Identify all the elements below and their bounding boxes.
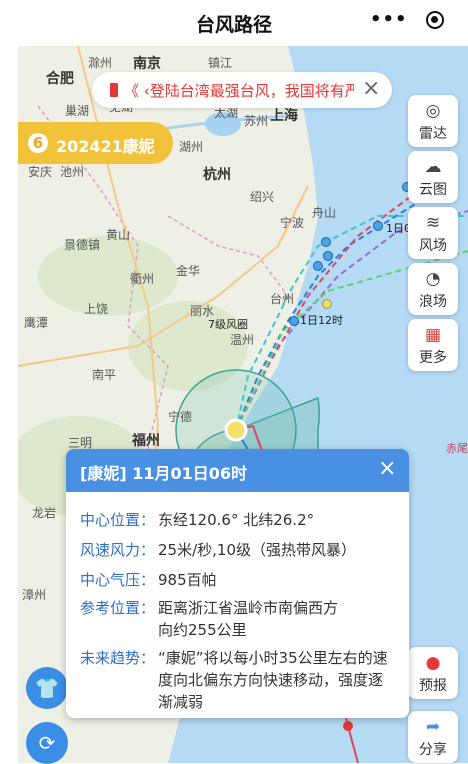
map-label-shaoxing: 绍兴 xyxy=(250,190,275,204)
alert-banner-message: 登陆台湾最强台风，我国将有严 xyxy=(149,82,354,100)
forecast-icon: ● xyxy=(425,653,441,673)
wind-button[interactable]: ≋ 风场 xyxy=(408,207,458,259)
map-label-chuzhou: 滁州 xyxy=(88,56,113,70)
map-label-fuzhou: 福州 xyxy=(132,433,160,449)
map-label-sea: 赤尾 xyxy=(446,442,468,455)
typhoon-icon: 6 xyxy=(28,133,48,153)
alert-banner[interactable]: 《 ‹登陆台湾最强台风，我国将有严 × xyxy=(92,72,392,108)
wave-button[interactable]: ◔ 浪场 xyxy=(408,263,458,315)
info-key: 未来趋势： xyxy=(80,649,156,667)
info-value: 985百帕 xyxy=(158,571,217,589)
track-time-label-1: 1日12时 xyxy=(300,314,343,327)
target-icon[interactable] xyxy=(426,11,444,29)
map-label-zhenjiang: 镇江 xyxy=(208,56,233,70)
popup-header: [康妮] 11月01日06时 × xyxy=(66,449,409,492)
radar-button[interactable]: ◎ 雷达 xyxy=(408,95,458,147)
more-label: 更多 xyxy=(419,350,447,366)
map-label-zhangzhou: 漳州 xyxy=(22,588,47,602)
map-label-longyan: 龙岩 xyxy=(32,506,57,520)
info-key: 参考位置： xyxy=(80,599,156,617)
more-button[interactable]: ▦ 更多 xyxy=(408,319,458,371)
wind-label: 风场 xyxy=(419,238,447,254)
map-label-suzhou: 苏州 xyxy=(244,114,269,128)
popup-title: [康妮] 11月01日06时 xyxy=(80,464,247,483)
cloud-button[interactable]: ☁ 云图 xyxy=(408,151,458,203)
close-icon[interactable]: × xyxy=(362,76,380,101)
grid-icon: ▦ xyxy=(424,325,442,345)
info-value: 距离浙江省温岭市南偏西方向约255公里 xyxy=(158,599,339,639)
map-label-yingtan: 鹰潭 xyxy=(24,316,49,330)
cloud-icon: ☁ xyxy=(424,157,442,177)
info-value: “康妮”将以每小时35公里左右的速度向北偏东方向快速移动，强度逐渐减弱 xyxy=(158,649,388,711)
map-label-jingdezhen: 景德镇 xyxy=(64,238,101,252)
forecast-button[interactable]: ● 预报 xyxy=(408,647,458,699)
close-icon[interactable]: × xyxy=(378,456,396,481)
map-label-hangzhou: 杭州 xyxy=(203,167,231,183)
storm-selector[interactable]: 6 202421康妮 xyxy=(18,122,173,164)
alert-banner-text: 《 ‹登陆台湾最强台风，我国将有严 xyxy=(124,80,354,101)
info-value: 东经120.6° 北纬26.2° xyxy=(158,511,315,529)
map-label-ningbo: 宁波 xyxy=(280,216,305,230)
info-key: 中心气压： xyxy=(80,571,156,589)
map-label-chizhou: 池州 xyxy=(60,165,85,179)
map-label-wenzhou: 温州 xyxy=(230,333,255,347)
share-label: 分享 xyxy=(419,742,447,758)
map-label-jinhua: 金华 xyxy=(176,264,201,278)
refresh-icon[interactable]: ⟳ xyxy=(26,722,68,764)
alert-banner-prefix: 《 ‹ xyxy=(124,82,150,100)
radar-icon: ◎ xyxy=(425,101,441,121)
forecast-label: 预报 xyxy=(419,678,447,694)
map-label-zhoushan: 舟山 xyxy=(312,206,337,220)
map-label-ningde: 宁德 xyxy=(168,410,193,424)
map-label-hefei: 合肥 xyxy=(46,71,74,87)
wave-icon: ◔ xyxy=(425,269,441,289)
typhoon-info-popup: [康妮] 11月01日06时 × 中心位置： 东经120.6° 北纬26.2° … xyxy=(66,449,409,718)
map-label-shanghai: 上海 xyxy=(270,108,298,124)
share-button[interactable]: ➦ 分享 xyxy=(408,711,458,763)
radar-label: 雷达 xyxy=(419,126,447,142)
info-value: 25米/秒,10级（强热带风暴） xyxy=(158,541,356,559)
share-icon: ➦ xyxy=(425,717,441,737)
info-key: 风速风力： xyxy=(80,541,156,559)
map-label-anqing: 安庆 xyxy=(28,165,53,179)
shirt-icon[interactable]: 👕 xyxy=(26,667,68,709)
wind-icon: ≋ xyxy=(425,213,441,233)
map-label-huangshan: 黄山 xyxy=(106,228,131,242)
more-dots-icon[interactable]: ••• xyxy=(370,9,408,30)
map-label-taizhou: 台州 xyxy=(270,292,295,306)
cloud-label: 云图 xyxy=(419,182,447,198)
map-label-nanjing: 南京 xyxy=(133,56,161,72)
map-label-nanping: 南平 xyxy=(92,368,117,382)
map-label-shangrao: 上饶 xyxy=(84,302,109,316)
map-label-huzhou: 湖州 xyxy=(179,140,204,154)
map-label-quzhou: 衢州 xyxy=(130,272,155,286)
top-bar: 台风路径 ••• xyxy=(0,0,468,46)
wave-label: 浪场 xyxy=(419,294,447,310)
info-key: 中心位置： xyxy=(80,511,156,529)
storm-name: 202421康妮 xyxy=(56,137,155,156)
wind-circle-label: 7级风圈 xyxy=(208,318,248,331)
map-label-chaohu: 巢湖 xyxy=(65,104,90,118)
speaker-icon xyxy=(110,83,118,97)
